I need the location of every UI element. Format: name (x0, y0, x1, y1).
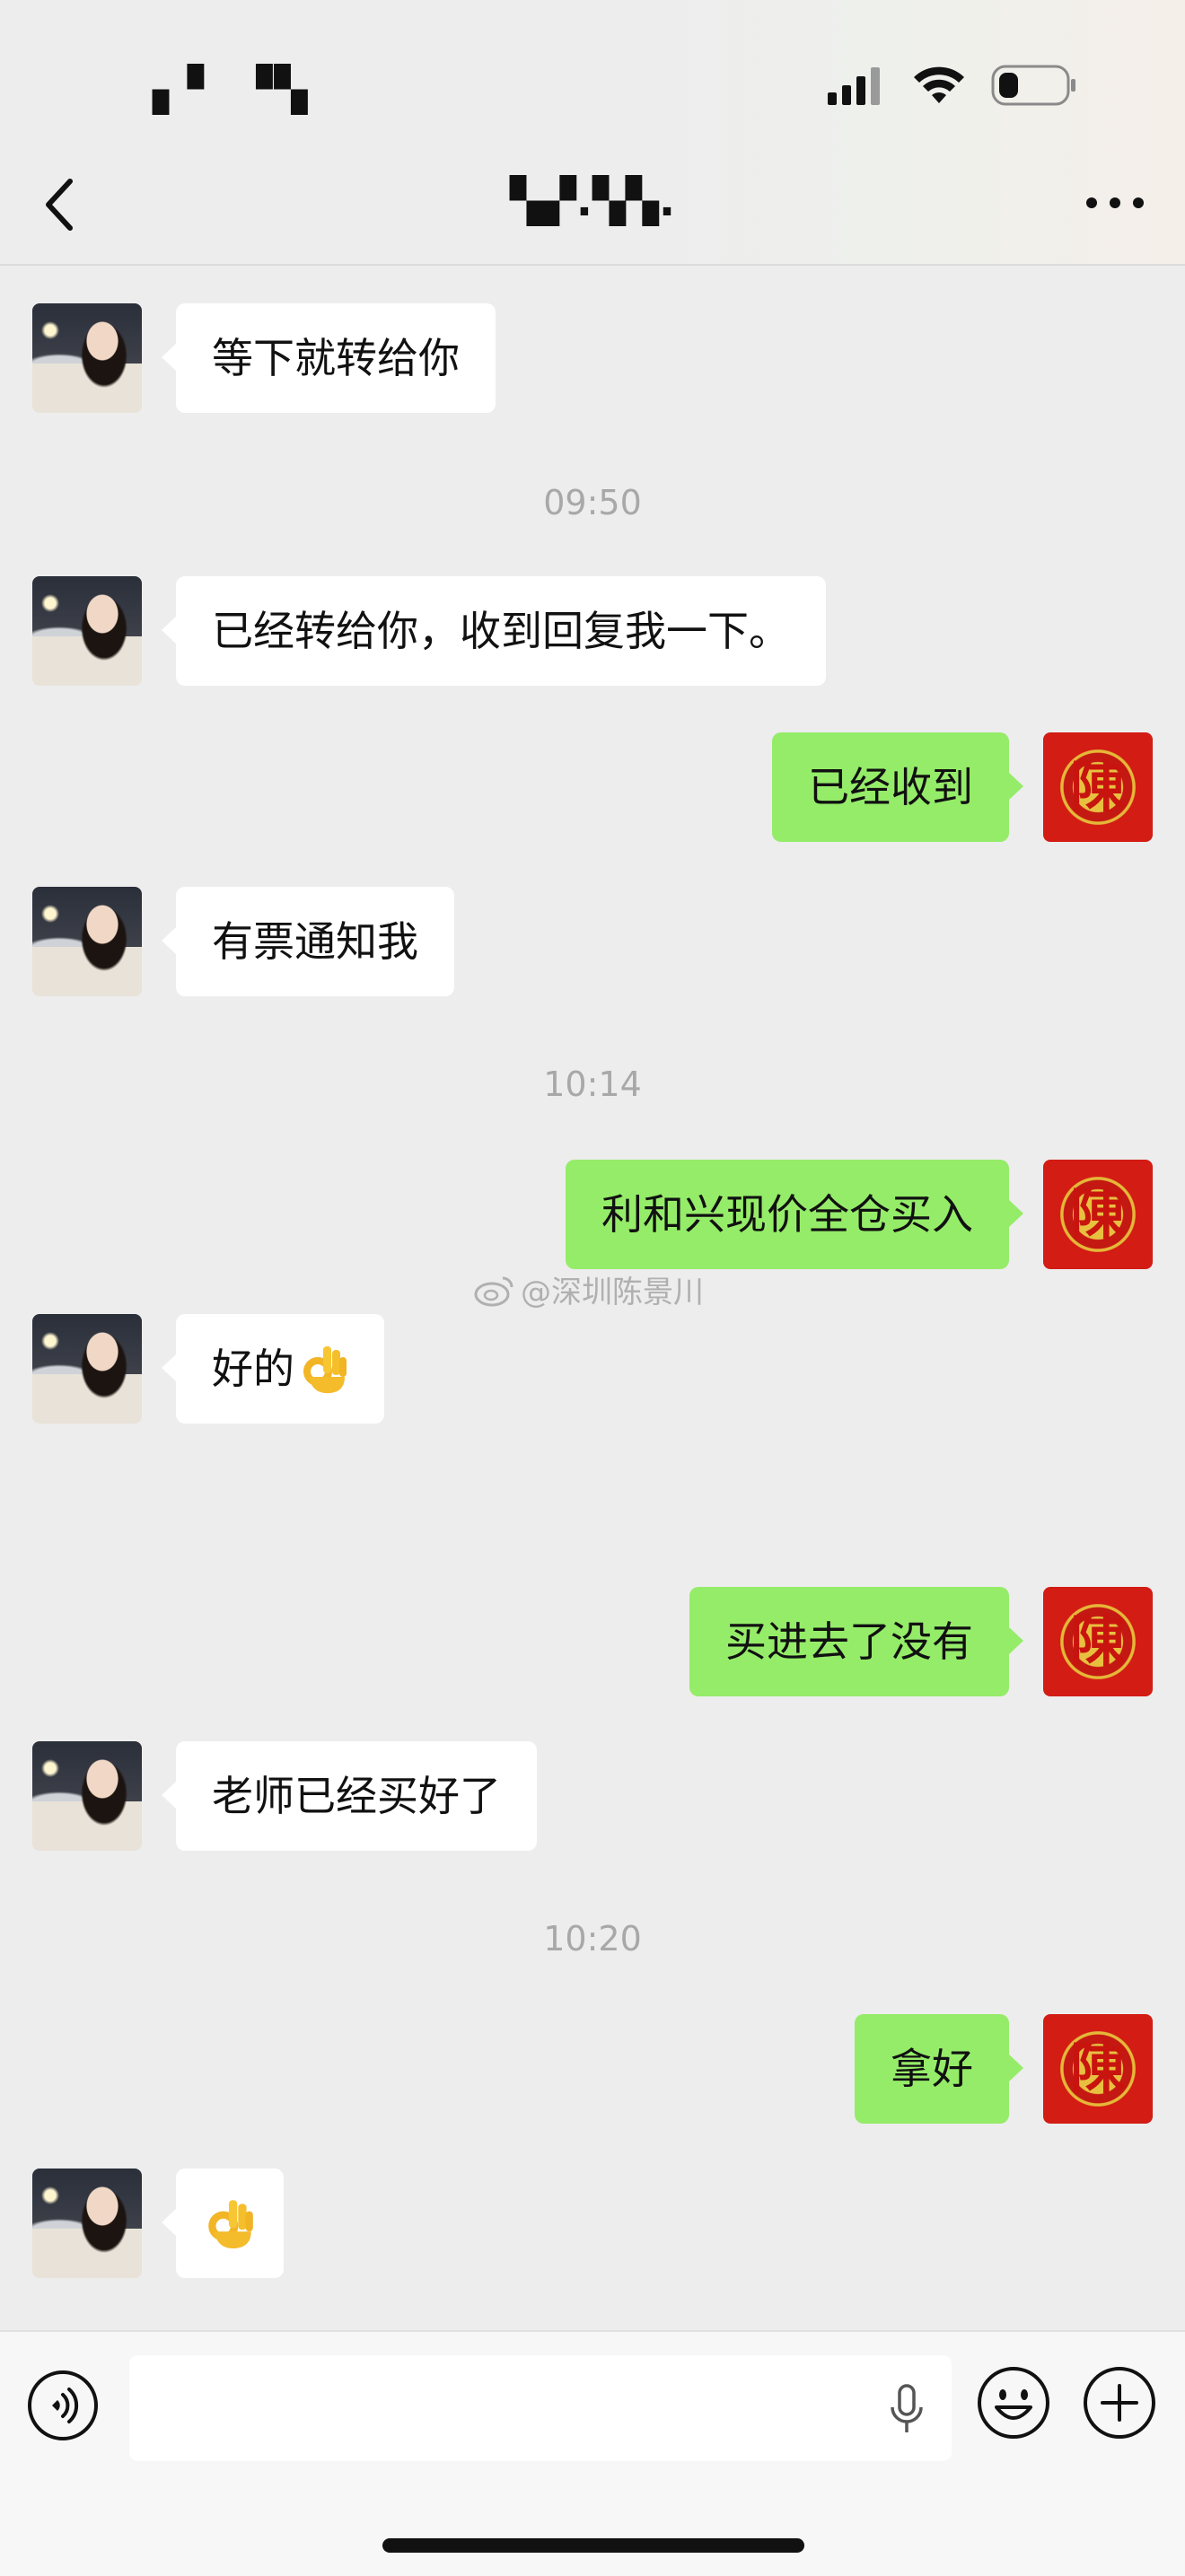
ellipsis-icon (1086, 197, 1144, 208)
self-avatar[interactable]: 陳 (1043, 1587, 1153, 1696)
smiley-icon (978, 2367, 1049, 2439)
message-text: 利和兴现价全仓买入 (601, 1190, 973, 1239)
ok-hand-emoji-icon (303, 1346, 347, 1394)
message-input[interactable] (129, 2355, 952, 2461)
message-text: 已经收到 (808, 763, 973, 811)
avatar-glyph: 陳 (1069, 2036, 1126, 2101)
message-bubble-incoming[interactable]: 有票通知我 (162, 887, 454, 996)
message-text: 好的 (212, 1345, 294, 1393)
message-bubble-incoming[interactable] (162, 2169, 284, 2278)
microphone-icon[interactable] (889, 2382, 925, 2436)
message-text: 老师已经买好了 (212, 1772, 501, 1820)
message-text: 拿好 (891, 2045, 973, 2093)
contact-avatar[interactable] (32, 303, 142, 413)
emoji-button[interactable] (977, 2366, 1050, 2440)
weibo-icon (474, 1276, 514, 1306)
message-bubble-incoming[interactable]: 老师已经买好了 (162, 1741, 537, 1851)
message-text: 有票通知我 (212, 917, 418, 966)
message-bubble-incoming[interactable]: 已经转给你，收到回复我一下。 (162, 576, 826, 686)
status-icons (828, 63, 1077, 108)
chat-title: ▚▞.▚▚. (509, 176, 676, 226)
status-time: ▖▘ ▝▚ (153, 65, 310, 115)
watermark-text: @深圳陈景川 (521, 1275, 704, 1310)
ok-hand-emoji-icon (208, 2200, 253, 2249)
timestamp: 10:14 (543, 1065, 642, 1104)
contact-avatar[interactable] (32, 1741, 142, 1851)
more-actions-button[interactable] (1083, 2366, 1156, 2440)
message-bubble-outgoing[interactable]: 拿好 (855, 2014, 1023, 2124)
message-text: 等下就转给你 (212, 334, 460, 382)
avatar-glyph: 陳 (1069, 1608, 1126, 1674)
avatar-glyph: 陳 (1069, 1181, 1126, 1247)
watermark: @深圳陈景川 (474, 1267, 704, 1311)
contact-avatar[interactable] (32, 887, 142, 996)
chat-header: ▖▘ ▝▚ ▚▞.▚▚. (0, 0, 1185, 266)
message-bubble-incoming[interactable]: 等下就转给你 (162, 303, 496, 413)
plus-icon (1084, 2367, 1155, 2439)
message-bubble-incoming[interactable]: 好的 (162, 1314, 384, 1424)
timestamp: 09:50 (543, 483, 642, 522)
avatar-glyph: 陳 (1069, 754, 1126, 819)
cellular-signal-icon (828, 67, 880, 105)
contact-avatar[interactable] (32, 2169, 142, 2278)
self-avatar[interactable]: 陳 (1043, 1160, 1153, 1269)
home-indicator[interactable] (382, 2538, 804, 2553)
wifi-icon (914, 66, 964, 103)
message-text: 已经转给你，收到回复我一下。 (212, 607, 790, 655)
voice-icon (28, 2370, 98, 2440)
battery-icon (991, 65, 1075, 106)
message-bubble-outgoing[interactable]: 买进去了没有 (689, 1587, 1023, 1696)
more-options-button[interactable] (1079, 185, 1151, 221)
self-avatar[interactable]: 陳 (1043, 732, 1153, 842)
contact-avatar[interactable] (32, 1314, 142, 1424)
message-text: 买进去了没有 (725, 1617, 973, 1666)
message-bubble-outgoing[interactable]: 已经收到 (772, 732, 1023, 842)
contact-avatar[interactable] (32, 576, 142, 686)
message-bubble-outgoing[interactable]: 利和兴现价全仓买入 (566, 1160, 1023, 1269)
voice-mode-button[interactable] (27, 2370, 99, 2441)
timestamp: 10:20 (543, 1919, 642, 1958)
self-avatar[interactable]: 陳 (1043, 2014, 1153, 2124)
